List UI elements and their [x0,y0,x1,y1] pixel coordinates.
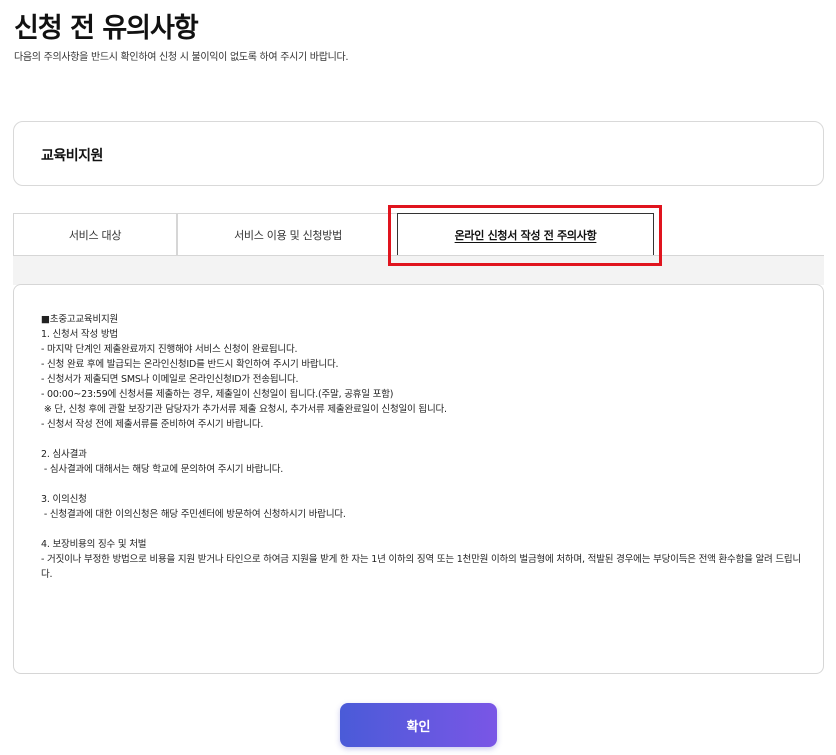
content-text: ■초중고교육비지원 1. 신청서 작성 방법 - 마지막 단계인 제출완료까지 진행… [41,312,811,582]
tab-service-usage[interactable]: 서비스 이용 및 신청방법 [177,213,399,256]
content-line: 3. 이의신청 [41,494,87,505]
content-line: - 심사결과에 대해서는 해당 학교에 문의하여 주시기 바랍니다. [41,464,284,475]
tab-online-precautions[interactable]: 온라인 신청서 작성 전 주의사항 [397,213,654,256]
page-subtitle: 다음의 주의사항을 반드시 확인하여 신청 시 불이익이 없도록 하여 주시기 … [14,52,349,63]
category-label: 교육비지원 [41,148,103,164]
page-title: 신청 전 유의사항 [14,13,199,44]
content-line: 2. 심사결과 [41,449,87,460]
content-line: - 신청서 작성 전에 제출서류를 준비하여 주시기 바랍니다. [41,419,264,430]
tab-bar: 서비스 대상 서비스 이용 및 신청방법 온라인 신청서 작성 전 주의사항 [13,213,824,256]
content-line: - 마지막 단계인 제출완료까지 진행해야 서비스 신청이 완료됩니다. [41,344,298,355]
content-panel[interactable]: ■초중고교육비지원 1. 신청서 작성 방법 - 마지막 단계인 제출완료까지 진행… [13,284,824,674]
content-line: 1. 신청서 작성 방법 [41,329,118,340]
content-line: - 00:00~23:59에 신청서를 제출하는 경우, 제출일이 신청일이 됩… [41,389,394,400]
tab-service-target[interactable]: 서비스 대상 [13,213,177,256]
content-line: 4. 보장비용의 징수 및 처벌 [41,539,147,550]
category-box: 교육비지원 [13,121,824,186]
tab-bar-background [13,255,824,285]
tab-divider [13,255,824,256]
content-line: - 신청 완료 후에 발급되는 온라인신청ID를 반드시 확인하여 주시기 바랍… [41,359,339,370]
confirm-button[interactable]: 확인 [340,703,497,747]
content-line: ※ 단, 신청 후에 관할 보장기관 담당자가 추가서류 제출 요청시, 추가서… [41,404,447,415]
content-line: - 거짓이나 부정한 방법으로 비용을 지원 받거나 타인으로 하여금 지원을 … [41,554,801,580]
content-line: - 신청서가 제출되면 SMS나 이메일로 온라인신청ID가 전송됩니다. [41,374,299,385]
content-line: - 신청결과에 대한 이의신청은 해당 주민센터에 방문하여 신청하시기 바랍니… [41,509,346,520]
content-line: ■초중고교육비지원 [41,314,119,325]
